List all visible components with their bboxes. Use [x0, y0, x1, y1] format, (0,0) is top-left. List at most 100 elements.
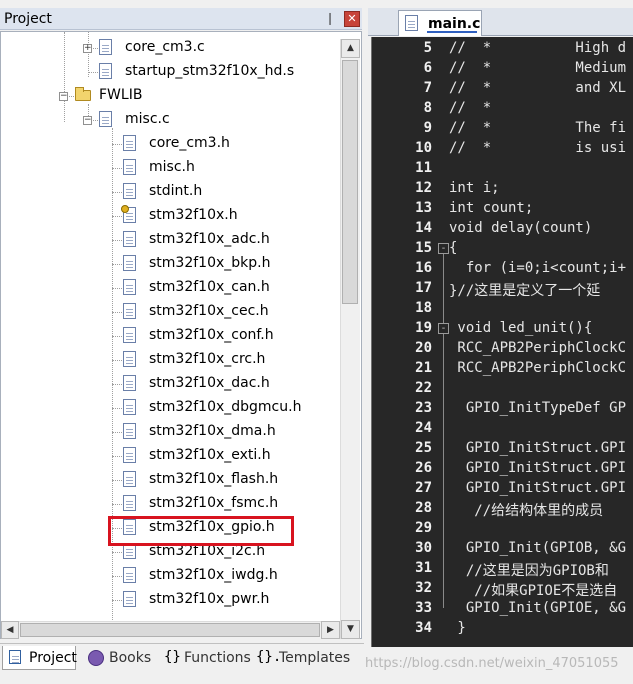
tree-item[interactable]: stm32f10x_adc.h [1, 228, 341, 252]
code-editor[interactable]: 5 // * High d 6 // * Medium 7 // * and XL 8 // … [371, 37, 633, 647]
expand-icon[interactable]: + [83, 44, 92, 53]
tree-item[interactable]: + core_cm3.c [1, 36, 341, 60]
tree-item-label: stm32f10x.h [149, 207, 238, 223]
tree-item-label: stdint.h [149, 183, 203, 199]
code-line: 10 // * is usi [372, 139, 633, 159]
code-line: 7 // * and XL [372, 79, 633, 99]
code-text: void led_unit(){ [449, 320, 593, 336]
code-text: // * The fi [449, 120, 627, 136]
tree-item-label: misc.c [125, 111, 170, 127]
file-icon [99, 111, 112, 127]
code-line: 18 [372, 299, 633, 319]
tree-guide-line [112, 216, 122, 217]
file-icon [123, 375, 136, 391]
tree-item-label: FWLIB [99, 87, 143, 103]
fold-toggle-icon[interactable]: - [438, 323, 449, 334]
file-icon [123, 351, 136, 367]
tree-guide-line [112, 576, 122, 577]
code-line: 6 // * Medium [372, 59, 633, 79]
tree-item[interactable]: stm32f10x_bkp.h [1, 252, 341, 276]
line-number: 22 [415, 380, 432, 396]
code-text: // * [449, 100, 492, 116]
file-icon [123, 255, 136, 271]
collapse-icon[interactable]: − [59, 92, 68, 101]
project-panel: Project ❘ ✕ + core_cm3.c startup_stm32f10x… [0, 0, 364, 684]
tab-functions[interactable]: {} Functions [160, 646, 251, 670]
tree-item[interactable]: stm32f10x_crc.h [1, 348, 341, 372]
line-number: 11 [415, 160, 432, 176]
tree-item[interactable]: stm32f10x_cec.h [1, 300, 341, 324]
tree-item[interactable]: misc.h [1, 156, 341, 180]
tree-item[interactable]: stm32f10x_pwr.h [1, 588, 341, 612]
tree-item[interactable]: startup_stm32f10x_hd.s [1, 60, 341, 84]
tree-item-label: stm32f10x_conf.h [149, 327, 274, 343]
tree-item-label: misc.h [149, 159, 195, 175]
tree-item[interactable]: stm32f10x_dbgmcu.h [1, 396, 341, 420]
collapse-icon[interactable]: − [83, 116, 92, 125]
tree-item[interactable]: stm32f10x_flash.h [1, 468, 341, 492]
line-number: 14 [415, 220, 432, 236]
line-number: 29 [415, 520, 432, 536]
tree-item-label: stm32f10x_iwdg.h [149, 567, 278, 583]
file-icon [123, 471, 136, 487]
code-text: GPIO_InitStruct.GPI [449, 460, 627, 476]
file-icon [99, 39, 112, 55]
line-number: 32 [415, 580, 432, 596]
line-number: 28 [415, 500, 432, 516]
tree-item[interactable]: stm32f10x_exti.h [1, 444, 341, 468]
code-text: GPIO_Init(GPIOB, &G [449, 540, 627, 556]
tree-item[interactable]: stm32f10x_dma.h [1, 420, 341, 444]
tree-item[interactable]: stm32f10x_can.h [1, 276, 341, 300]
tree-item[interactable]: stm32f10x_dac.h [1, 372, 341, 396]
scroll-right-arrow-icon[interactable]: ▶ [321, 621, 340, 639]
scroll-down-arrow-icon[interactable]: ▼ [341, 620, 360, 639]
tree-item-label: stm32f10x_adc.h [149, 231, 270, 247]
tree-guide-line [112, 312, 122, 313]
tab-templates-label: Templates [279, 650, 351, 666]
fold-toggle-icon[interactable]: - [438, 243, 449, 254]
tree-item[interactable]: − FWLIB [1, 84, 341, 108]
tree-item-label: stm32f10x_pwr.h [149, 591, 270, 607]
code-line: 13 int count; [372, 199, 633, 219]
code-line: 26 GPIO_InitStruct.GPI [372, 459, 633, 479]
tree-item-label: core_cm3.c [125, 39, 205, 55]
tree-item[interactable]: stm32f10x_conf.h [1, 324, 341, 348]
code-text: int count; [449, 200, 534, 216]
tree-item[interactable]: stdint.h [1, 180, 341, 204]
tree-item[interactable]: − misc.c [1, 108, 341, 132]
tree-item[interactable]: core_cm3.h [1, 132, 341, 156]
tree-guide-line [112, 240, 122, 241]
tree-item[interactable]: stm32f10x_fsmc.h [1, 492, 341, 516]
line-number: 17 [415, 280, 432, 296]
code-line: 32 //如果GPIOE不是选自 [372, 579, 633, 599]
horizontal-scroll-thumb[interactable] [20, 623, 320, 637]
tab-templates[interactable]: {}. Templates [252, 646, 352, 670]
tab-project[interactable]: Project [2, 646, 77, 670]
code-line: 31 //这里是因为GPIOB和 [372, 559, 633, 579]
tab-project-label: Project [29, 650, 77, 666]
tree-item[interactable]: stm32f10x_iwdg.h [1, 564, 341, 588]
code-line: 9 // * The fi [372, 119, 633, 139]
line-number: 34 [415, 620, 432, 636]
tree-guide-line [112, 192, 122, 193]
tree-item[interactable]: stm32f10x.h [1, 204, 341, 228]
code-line: 8 // * [372, 99, 633, 119]
code-text: RCC_APB2PeriphClockC [449, 360, 627, 376]
code-text: GPIO_Init(GPIOE, &G [449, 600, 627, 616]
scroll-up-arrow-icon[interactable]: ▲ [341, 39, 360, 58]
code-text: { [449, 240, 458, 256]
file-icon [123, 183, 136, 199]
vertical-scroll-thumb[interactable] [342, 60, 358, 304]
tab-books[interactable]: Books [84, 646, 156, 670]
scroll-left-arrow-icon[interactable]: ◀ [1, 621, 19, 639]
code-line: 29 [372, 519, 633, 539]
code-line: 11 [372, 159, 633, 179]
tab-main-c[interactable]: main.c [398, 10, 482, 36]
code-line: 5 // * High d [372, 39, 633, 59]
tree-item-label: stm32f10x_flash.h [149, 471, 279, 487]
pin-icon[interactable]: ❘ [325, 11, 335, 25]
file-icon [123, 303, 136, 319]
close-panel-button[interactable]: ✕ [344, 11, 360, 27]
code-text: // * is usi [449, 140, 627, 156]
code-text: } [449, 620, 466, 636]
